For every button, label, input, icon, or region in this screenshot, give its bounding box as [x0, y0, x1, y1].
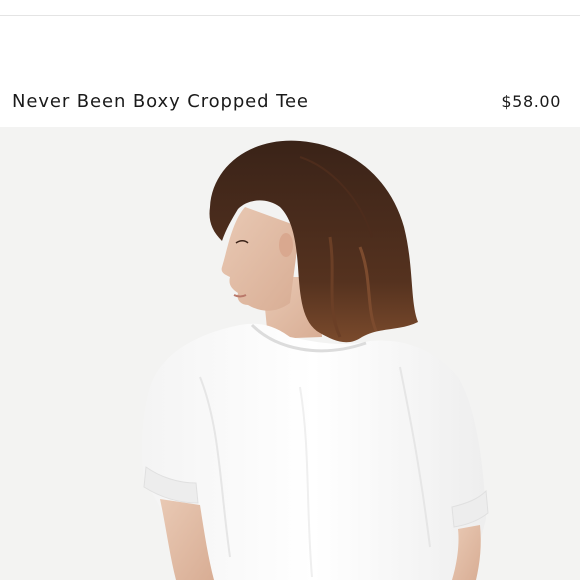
top-divider: [0, 15, 580, 16]
product-price: $58.00: [501, 91, 561, 111]
model-photo: [142, 140, 489, 580]
product-page: Never Been Boxy Cropped Tee $58.00: [0, 0, 580, 580]
product-title: Never Been Boxy Cropped Tee: [12, 90, 309, 112]
product-header: Never Been Boxy Cropped Tee $58.00: [0, 76, 580, 126]
product-image[interactable]: [0, 127, 580, 580]
